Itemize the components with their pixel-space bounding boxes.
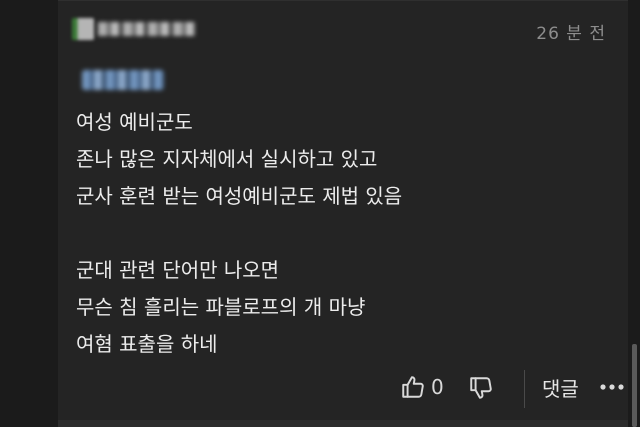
comment-line: 여성 예비군도 <box>76 110 193 134</box>
comment-line: 무슨 침 흘리는 파블로프의 개 마냥 <box>76 295 366 319</box>
action-divider <box>524 370 525 408</box>
comment-line: 군대 관련 단어만 나오면 <box>76 258 280 282</box>
like-button[interactable] <box>400 374 426 400</box>
like-count: 0 <box>431 375 444 399</box>
dislike-button[interactable] <box>468 375 494 401</box>
more-dots-icon <box>600 384 624 390</box>
comment-line: 존나 많은 지자체에서 실시하고 있고 <box>76 147 378 171</box>
blurred-username[interactable] <box>98 22 196 36</box>
comment-actions: 0 댓글 <box>58 366 628 410</box>
thumbs-down-icon <box>470 377 492 399</box>
comment-line: 군사 훈련 받는 여성예비군도 제법 있음 <box>76 184 403 208</box>
divider <box>58 0 628 1</box>
blurred-avatar <box>72 18 94 40</box>
comment-line <box>76 215 596 252</box>
more-button[interactable] <box>598 373 626 401</box>
comment-body: 여성 예비군도 존나 많은 지자체에서 실시하고 있고 군사 훈련 받는 여성예… <box>76 104 596 363</box>
next-comment-edge <box>58 420 628 427</box>
reply-button[interactable]: 댓글 <box>542 373 579 402</box>
scrollbar[interactable] <box>632 344 637 427</box>
blurred-reply-mention[interactable] <box>82 70 164 90</box>
comment-header: 26 분 전 <box>58 12 628 46</box>
thumbs-up-icon <box>402 376 424 398</box>
comment-line: 여혐 표출을 하네 <box>76 332 218 356</box>
comment-timestamp: 26 분 전 <box>536 24 606 44</box>
